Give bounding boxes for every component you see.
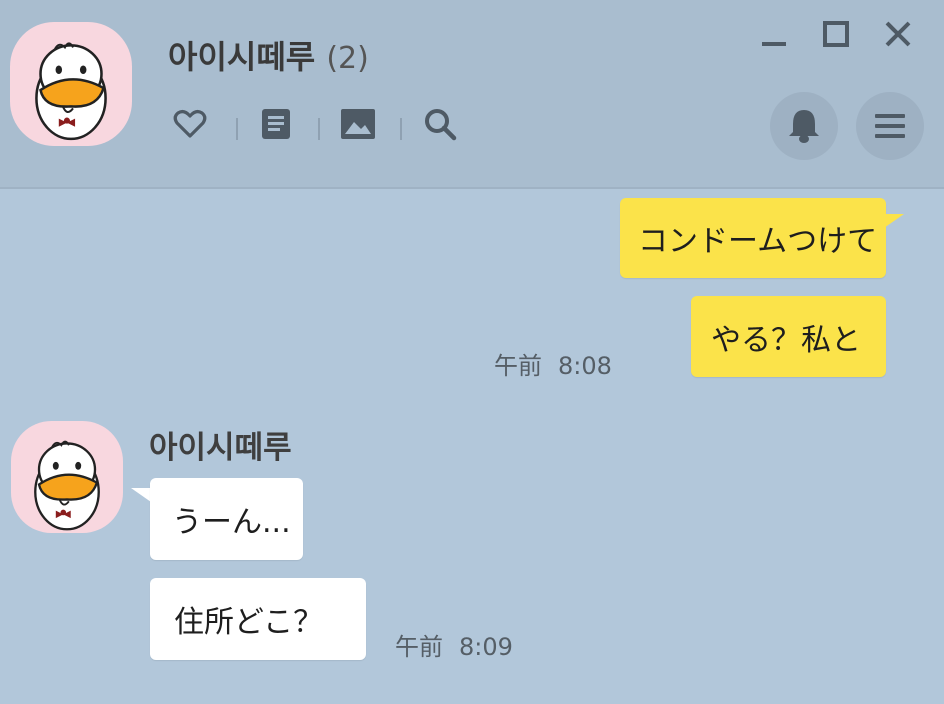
time-value: 8:09 xyxy=(459,633,513,661)
bubble-tail xyxy=(884,214,904,228)
time-period: 午前 xyxy=(494,352,542,380)
message-text: うーん... xyxy=(172,505,291,540)
bubble-tail xyxy=(131,488,151,502)
minimize-button[interactable] xyxy=(754,14,794,54)
notes-icon xyxy=(262,109,290,139)
incoming-message-bubble[interactable]: 住所どこ？ xyxy=(150,578,366,660)
message-timestamp: 午前 8:08 xyxy=(494,346,612,381)
close-icon xyxy=(885,21,911,47)
notes-button[interactable] xyxy=(256,104,296,144)
message-text: やる？私と xyxy=(711,322,861,358)
search-icon xyxy=(425,109,457,141)
search-button[interactable] xyxy=(420,104,460,144)
chat-name: 아이시떼루 xyxy=(168,38,316,76)
heart-icon xyxy=(173,109,207,138)
toolbar-divider xyxy=(318,118,320,140)
message-text: 住所どこ？ xyxy=(174,605,324,640)
sender-name: 아이시떼루 xyxy=(149,430,292,466)
sender-avatar[interactable] xyxy=(11,421,123,533)
album-button[interactable] xyxy=(338,104,378,144)
menu-icon xyxy=(875,114,905,138)
duck-character-icon xyxy=(34,440,100,531)
album-icon xyxy=(341,109,375,139)
member-count: (2) xyxy=(326,41,369,76)
message-text: コンドームつけて xyxy=(638,224,878,259)
minimize-icon xyxy=(762,42,786,46)
heart-button[interactable] xyxy=(170,104,210,144)
chat-title: 아이시떼루 (2) xyxy=(168,32,369,78)
outgoing-message-bubble[interactable]: コンドームつけて xyxy=(620,198,886,278)
maximize-button[interactable] xyxy=(816,14,856,54)
toolbar-divider xyxy=(236,118,238,140)
toolbar-divider xyxy=(400,118,402,140)
duck-character-icon xyxy=(35,42,107,141)
bell-icon xyxy=(789,110,819,143)
menu-button[interactable] xyxy=(856,92,924,160)
chat-header: 아이시떼루 (2) xyxy=(0,0,944,189)
close-button[interactable] xyxy=(878,14,918,54)
time-value: 8:08 xyxy=(558,352,612,380)
notification-button[interactable] xyxy=(770,92,838,160)
maximize-icon xyxy=(823,21,849,47)
incoming-message-bubble[interactable]: うーん... xyxy=(150,478,303,560)
time-period: 午前 xyxy=(395,633,443,661)
message-timestamp: 午前 8:09 xyxy=(395,627,513,662)
outgoing-message-bubble[interactable]: やる？私と xyxy=(691,296,886,377)
profile-avatar[interactable] xyxy=(10,22,132,146)
